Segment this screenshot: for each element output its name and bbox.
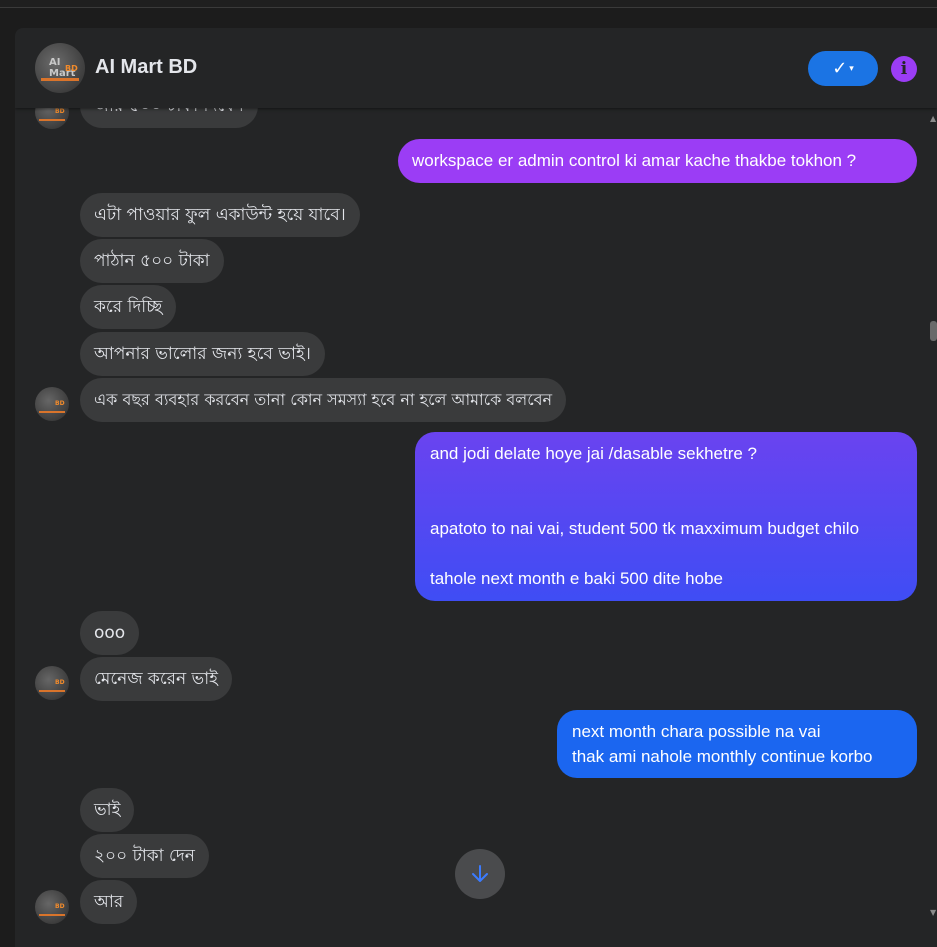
message-incoming[interactable]: করে দিচ্ছি <box>80 285 177 329</box>
avatar-logo-sub: BD <box>65 64 78 73</box>
message-incoming[interactable]: আপনার ভালোর জন্য হবে ভাই। <box>80 332 325 376</box>
message-incoming[interactable]: ooo <box>80 611 140 655</box>
avatar-logo-sub: BD <box>55 400 65 407</box>
message-incoming[interactable]: মেনেজ করেন ভাই <box>80 657 232 701</box>
message-text: and jodi delate hoye jai /dasable sekhet… <box>430 444 758 463</box>
arrow-down-icon <box>472 865 488 882</box>
message-text: next month chara possible na vai <box>572 722 821 741</box>
message-text: আর <box>94 892 124 912</box>
message-incoming[interactable]: ভাই <box>80 788 135 832</box>
contact-avatar[interactable]: BD <box>35 890 69 924</box>
avatar-logo-sub: BD <box>55 903 65 910</box>
message-outgoing[interactable]: workspace er admin control ki amar kache… <box>398 139 917 183</box>
message-text: ২০০ টাকা দেন <box>94 846 195 866</box>
message-incoming[interactable]: এক বছর ব্যবহার করবেন তানা কোন সমস্যা হবে… <box>80 378 567 422</box>
chat-header: AI Mart BD AI Mart BD ✓ ▾ i <box>15 28 937 108</box>
message-incoming[interactable]: পাঠান ৫০০ টাকা <box>80 239 224 283</box>
info-button[interactable]: i <box>891 56 917 82</box>
message-incoming[interactable]: এটা পাওয়ার ফুল একাউন্ট হয়ে যাবে। <box>80 193 360 237</box>
message-text: এটা পাওয়ার ফুল একাউন্ট হয়ে যাবে। <box>94 205 346 225</box>
avatar-stripe <box>39 119 65 121</box>
message-text: আপনার ভালোর জন্য হবে ভাই। <box>94 344 311 364</box>
scroll-up-arrow-icon[interactable]: ▲ <box>930 114 937 124</box>
contact-avatar[interactable]: BD <box>35 387 69 421</box>
message-text: এক বছর ব্যবহার করবেন তানা কোন সমস্যা হবে… <box>94 390 553 409</box>
window-top-strip <box>0 0 937 8</box>
chevron-down-icon: ▾ <box>849 63 854 74</box>
avatar-logo-sub: BD <box>55 679 65 686</box>
message-incoming[interactable]: ২০০ টাকা দেন <box>80 834 209 878</box>
contact-name[interactable]: AI Mart BD <box>95 56 197 79</box>
info-icon: i <box>900 59 908 79</box>
scroll-down-arrow-icon[interactable]: ▼ <box>930 908 937 918</box>
avatar-stripe <box>41 78 79 81</box>
avatar-stripe <box>39 690 65 692</box>
checkmark-icon: ✓ <box>832 58 848 79</box>
message-text: workspace er admin control ki amar kache… <box>412 151 857 170</box>
contact-avatar[interactable]: BD <box>35 666 69 700</box>
avatar-stripe <box>39 914 65 916</box>
message-incoming[interactable]: আর <box>80 880 138 924</box>
avatar-stripe <box>39 411 65 413</box>
message-text: ooo <box>94 623 126 643</box>
message-text: পাঠান ৫০০ টাকা <box>94 251 210 271</box>
message-text: thak ami nahole monthly continue korbo <box>572 747 873 766</box>
avatar-logo-sub: BD <box>55 108 65 115</box>
message-outgoing[interactable]: and jodi delate hoye jai /dasable sekhet… <box>415 432 917 601</box>
message-text: ভাই <box>94 800 121 820</box>
message-outgoing[interactable]: next month chara possible na vai thak am… <box>557 710 917 778</box>
message-text: মেনেজ করেন ভাই <box>94 669 218 689</box>
message-text: করে দিচ্ছি <box>94 297 163 317</box>
mark-status-button[interactable]: ✓ ▾ <box>808 51 878 86</box>
chat-panel: BD আর ৫০০ টাকা দিবেন workspace er admin … <box>15 28 937 947</box>
scrollbar-thumb[interactable] <box>930 321 937 341</box>
message-text: apatoto to nai vai, student 500 tk maxxi… <box>430 519 860 538</box>
scroll-to-bottom-button[interactable] <box>455 849 505 899</box>
contact-avatar-large[interactable]: AI Mart BD <box>35 43 85 93</box>
message-text: tahole next month e baki 500 dite hobe <box>430 569 723 588</box>
